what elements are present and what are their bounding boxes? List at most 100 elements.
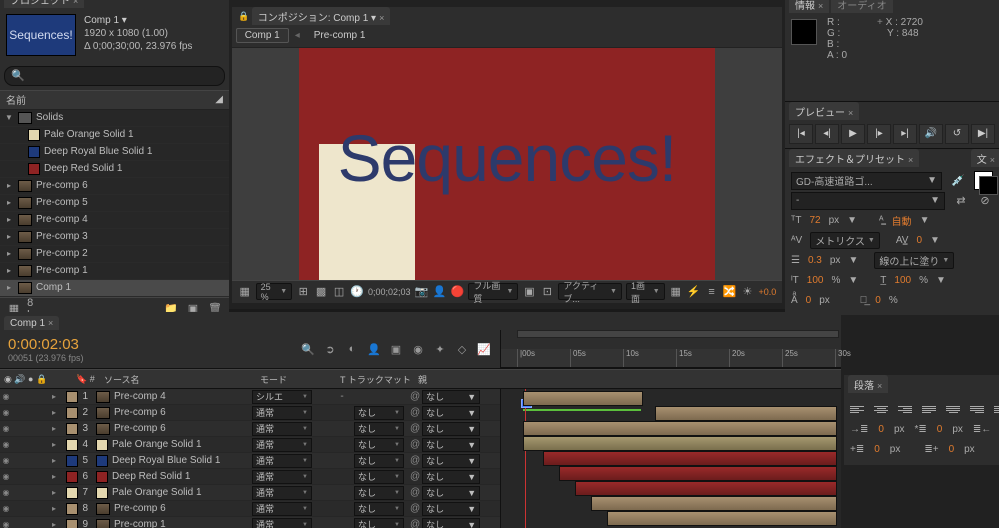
trackmatte-dropdown[interactable]: なし▼ <box>354 438 404 452</box>
blend-mode-dropdown[interactable]: 通常▼ <box>252 406 312 420</box>
views-dropdown[interactable]: 1画面▼ <box>626 283 665 300</box>
eye-toggle[interactable]: ◉ <box>0 520 12 528</box>
blend-mode-dropdown[interactable]: 通常▼ <box>252 422 312 436</box>
kerning-dropdown[interactable]: メトリクス▼ <box>810 232 880 249</box>
project-item[interactable]: Deep Royal Blue Solid 1 <box>0 144 229 161</box>
roi-icon[interactable]: ▣ <box>522 284 536 300</box>
justify-all-icon[interactable] <box>994 402 999 416</box>
audio-button[interactable]: 🔊 <box>919 124 943 144</box>
blend-mode-dropdown[interactable]: シルエ▼ <box>252 390 312 404</box>
layer-row[interactable]: ◉ ▸ 8 Pre-comp 6 通常▼ なし▼ @なし▼ <box>0 501 500 517</box>
trackmatte-dropdown[interactable]: なし▼ <box>354 470 404 484</box>
project-item[interactable]: ▸ Comp 1 <box>0 280 229 297</box>
layer-row[interactable]: ◉ ▸ 4 Pale Orange Solid 1 通常▼ なし▼ @なし▼ <box>0 437 500 453</box>
zoom-dropdown[interactable]: 25 %▼ <box>256 283 293 300</box>
align-right-icon[interactable] <box>898 402 912 416</box>
project-item[interactable]: ▸ Pre-comp 2 <box>0 246 229 263</box>
flowchart-tab[interactable]: Comp 1 <box>236 28 289 43</box>
pickwhip-icon[interactable]: @ <box>410 407 420 418</box>
stroke-width-input[interactable]: 0.3 <box>808 255 822 266</box>
pickwhip-icon[interactable]: @ <box>410 391 420 402</box>
blend-mode-dropdown[interactable]: 通常▼ <box>252 470 312 484</box>
flowchart-tab[interactable]: Pre-comp 1 <box>306 29 374 42</box>
playhead[interactable] <box>525 389 526 528</box>
project-item[interactable]: ▸ Pre-comp 5 <box>0 195 229 212</box>
label-color[interactable] <box>66 455 78 467</box>
layer-row[interactable]: ◉ ▸ 7 Pale Orange Solid 1 通常▼ なし▼ @なし▼ <box>0 485 500 501</box>
exposure-value[interactable]: +0.0 <box>758 287 776 297</box>
fast-preview-icon[interactable]: ⚡ <box>687 284 701 300</box>
viewer-timecode[interactable]: 0;00;02;03 <box>368 287 411 297</box>
swap-colors-icon[interactable]: ⇄ <box>953 193 969 209</box>
layer-row[interactable]: ◉ ▸ 9 Pre-comp 1 通常▼ なし▼ @なし▼ <box>0 517 500 528</box>
hscale-input[interactable]: 100 <box>894 275 911 286</box>
current-time[interactable]: 0:00:02:03 <box>8 336 84 353</box>
project-item[interactable]: Pale Orange Solid 1 <box>0 127 229 144</box>
time-ruler[interactable]: |00s05s10s15s20s25s30s <box>501 349 841 368</box>
blend-mode-dropdown[interactable]: 通常▼ <box>252 438 312 452</box>
flowchart-icon[interactable]: 🔀 <box>723 284 737 300</box>
mask-icon[interactable]: ◫ <box>332 284 346 300</box>
frame-blend-icon[interactable]: ▣ <box>388 341 404 357</box>
play-button[interactable]: ▶ <box>841 124 865 144</box>
hide-shy-icon[interactable]: 👤 <box>366 341 382 357</box>
label-color[interactable] <box>66 471 78 483</box>
baseline-input[interactable]: 0 <box>806 295 812 306</box>
trackmatte-dropdown[interactable]: なし▼ <box>354 502 404 516</box>
font-size-input[interactable]: 72 <box>809 215 820 226</box>
justify-last-right-icon[interactable] <box>970 402 984 416</box>
preview-tab[interactable]: プレビュー× <box>789 102 859 120</box>
project-item[interactable]: ▸ Pre-comp 4 <box>0 212 229 229</box>
paragraph-tab[interactable]: 段落× <box>848 375 888 393</box>
pickwhip-icon[interactable]: @ <box>410 423 420 434</box>
layer-bar[interactable] <box>523 391 643 406</box>
eye-toggle[interactable]: ◉ <box>0 392 12 401</box>
draft3d-icon[interactable]: ◐ <box>344 341 360 357</box>
layer-bar[interactable] <box>591 496 837 511</box>
show-snapshot-icon[interactable]: 👤 <box>433 284 447 300</box>
justify-last-center-icon[interactable] <box>946 402 960 416</box>
indent-left-input[interactable]: 0 <box>878 424 884 435</box>
blend-mode-dropdown[interactable]: 通常▼ <box>252 486 312 500</box>
eye-toggle[interactable]: ◉ <box>0 424 12 433</box>
prev-frame-button[interactable]: ◂| <box>815 124 839 144</box>
layer-row[interactable]: ◉ ▸ 2 Pre-comp 6 通常▼ なし▼ @なし▼ <box>0 405 500 421</box>
leading-input[interactable]: 自動 <box>892 213 912 228</box>
composition-stage[interactable]: Sequences! <box>232 48 783 280</box>
parent-dropdown[interactable]: なし▼ <box>422 438 480 452</box>
audio-tab[interactable]: オーディオ <box>831 0 892 13</box>
char-panel-tab[interactable]: 文× <box>971 149 999 167</box>
label-color[interactable] <box>66 391 78 403</box>
label-color[interactable] <box>66 487 78 499</box>
timecode-icon[interactable]: 🕐 <box>350 284 364 300</box>
blend-mode-dropdown[interactable]: 通常▼ <box>252 454 312 468</box>
roi-icon[interactable]: ⊞ <box>296 284 310 300</box>
parent-dropdown[interactable]: なし▼ <box>422 454 480 468</box>
space-after-input[interactable]: 0 <box>949 444 955 455</box>
lock-icon[interactable]: 🔒 <box>236 9 252 25</box>
eye-toggle[interactable]: ◉ <box>0 408 12 417</box>
label-icon[interactable]: ◢ <box>215 94 223 105</box>
close-icon[interactable]: × <box>73 0 78 6</box>
pixel-aspect-icon[interactable]: ▦ <box>669 284 683 300</box>
ram-preview-button[interactable]: ▶| <box>971 124 995 144</box>
font-family-dropdown[interactable]: GD-高速道路ゴ...▼ <box>791 172 942 190</box>
layer-bar[interactable] <box>607 511 837 526</box>
channel-icon[interactable]: 🔴 <box>450 284 464 300</box>
layer-bar[interactable] <box>575 481 837 496</box>
parent-dropdown[interactable]: なし▼ <box>422 470 480 484</box>
pickwhip-icon[interactable]: @ <box>410 455 420 466</box>
parent-dropdown[interactable]: なし▼ <box>422 390 480 404</box>
layer-bar[interactable] <box>543 451 837 466</box>
layer-row[interactable]: ◉ ▸ 5 Deep Royal Blue Solid 1 通常▼ なし▼ @な… <box>0 453 500 469</box>
motion-blur-icon[interactable]: ◉ <box>410 341 426 357</box>
parent-dropdown[interactable]: なし▼ <box>422 406 480 420</box>
timeline-bars-area[interactable] <box>501 389 841 528</box>
align-center-icon[interactable] <box>874 402 888 416</box>
layer-bar[interactable] <box>655 406 837 421</box>
search-icon[interactable]: 🔍 <box>300 341 316 357</box>
graph-editor-icon[interactable]: 📈 <box>476 341 492 357</box>
project-item[interactable]: ▸ Pre-comp 6 <box>0 178 229 195</box>
label-color[interactable] <box>66 423 78 435</box>
blend-mode-dropdown[interactable]: 通常▼ <box>252 502 312 516</box>
